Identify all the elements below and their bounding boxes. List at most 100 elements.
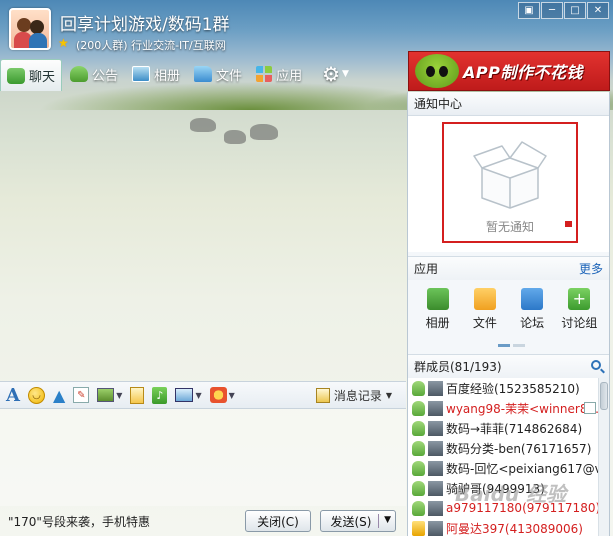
avatar [428, 380, 443, 396]
list-item[interactable]: 数码→菲菲(714862684) [408, 418, 598, 438]
close-window-button[interactable]: ✕ [587, 2, 609, 19]
discuss-icon: + [568, 288, 591, 310]
notify-empty-frame: 暂无通知 [442, 122, 578, 243]
promo-link[interactable]: "170"号段来袭，手机特惠 [8, 513, 150, 530]
owner-crown-icon [412, 520, 425, 536]
music-icon[interactable]: ♪ [152, 386, 168, 404]
album-icon [426, 288, 449, 310]
member-status-icon [412, 500, 425, 516]
list-item[interactable]: 阿曼达397(413089006) [408, 518, 598, 536]
app-file-label: 文件 [472, 316, 497, 330]
list-item[interactable]: wyang98-茉茉<winner8... [408, 398, 598, 418]
font-icon[interactable]: A [6, 385, 20, 406]
notice-icon [70, 66, 89, 82]
list-item[interactable]: 数码分类-ben(76171657) [408, 438, 598, 458]
member-name: 阿曼达397(413089006) [446, 521, 583, 536]
member-status-icon [412, 420, 425, 436]
maximize-button[interactable]: □ [564, 2, 586, 19]
member-list-scrollbar[interactable] [598, 378, 609, 536]
avatar [428, 500, 443, 516]
member-status-icon [412, 400, 425, 416]
gear-icon[interactable]: ⚙ [322, 62, 340, 86]
avatar [428, 440, 443, 456]
app-file[interactable]: 文件 [463, 288, 507, 338]
edit-icon[interactable] [584, 402, 596, 414]
list-item[interactable]: 百度经验(1523585210) [408, 378, 598, 398]
notify-center-title: 通知中心 [408, 92, 609, 116]
close-button[interactable]: 关闭(C) [245, 510, 311, 532]
history-button[interactable]: 消息记录 ▼ [315, 387, 392, 404]
app-forum-label: 论坛 [520, 316, 545, 330]
scrollbar-thumb[interactable] [600, 382, 608, 410]
qq-group-window: 回享计划游戏/数码1群 ★ (200人群) 行业交流-IT/互联网 ▣ ─ □ … [0, 0, 613, 536]
file-icon [194, 66, 213, 82]
window-controls: ▣ ─ □ ✕ [518, 2, 609, 19]
apps-title: 应用 更多 [408, 256, 609, 280]
alien-icon [415, 54, 459, 88]
app-album[interactable]: 相册 [416, 288, 460, 338]
shake-icon[interactable]: ▲ [53, 385, 65, 405]
tab-notice[interactable]: 公告 [64, 59, 124, 89]
avatar [428, 520, 443, 536]
search-icon[interactable] [591, 360, 601, 370]
group-name[interactable]: 回享计划游戏/数码1群 [60, 10, 230, 35]
notify-center: 暂无通知 [408, 116, 609, 252]
tab-file-label: 文件 [216, 68, 243, 84]
tab-chat[interactable]: 聊天 [0, 59, 63, 91]
member-name: 数码分类-ben(76171657) [446, 441, 592, 456]
emoji-icon[interactable]: ◡ [27, 386, 45, 404]
member-name: 数码→菲菲(714862684) [446, 421, 583, 436]
tab-album[interactable]: 相册 [126, 59, 186, 89]
app-discuss[interactable]: + 讨论组 [557, 288, 601, 338]
app-discuss-label: 讨论组 [561, 316, 598, 330]
ad-text: APP制作不花钱 [463, 63, 583, 82]
chevron-down-icon[interactable]: ▼ [229, 391, 235, 400]
forum-icon [521, 288, 544, 310]
member-name: wyang98-茉茉<winner8... [446, 401, 598, 416]
send-label: 发送(S) [330, 514, 372, 529]
list-item[interactable]: 数码-回忆<peixiang617@vi... [408, 458, 598, 478]
screenshot-icon[interactable] [175, 388, 194, 402]
message-input[interactable] [0, 409, 406, 506]
chevron-down-icon[interactable]: ▼ [116, 391, 122, 400]
tab-album-label: 相册 [154, 68, 181, 84]
avatar [428, 420, 443, 436]
avatar [428, 480, 443, 496]
app-album-label: 相册 [425, 316, 450, 330]
apps-pager[interactable] [498, 344, 525, 347]
document-icon[interactable] [130, 386, 145, 404]
right-panel: 通知中心 暂无通知 应用 更多 相册 文件 论坛 + 讨论组 群成员(81/19… [407, 92, 610, 536]
chat-icon [7, 67, 25, 84]
group-avatar[interactable] [9, 8, 51, 50]
main-toolbar: 聊天 公告 相册 文件 应用 ⚙ ▼ [0, 58, 406, 91]
tab-file[interactable]: 文件 [188, 59, 248, 89]
ad-banner[interactable]: APP制作不花钱 [408, 51, 610, 91]
magic-expression-icon[interactable] [209, 387, 227, 403]
apps-title-label: 应用 [414, 262, 439, 276]
more-apps-link[interactable]: 更多 [579, 257, 603, 281]
chevron-down-icon: ▼ [385, 390, 392, 400]
chevron-down-icon[interactable]: ▼ [195, 391, 201, 400]
file-icon [473, 288, 496, 310]
input-toolbar: A ◡ ▲ ✎ ▼ ♪ ▼ ▼ 消息记录 ▼ [0, 381, 406, 409]
app-icon [256, 66, 273, 82]
album-icon [132, 66, 151, 82]
image-icon[interactable] [97, 388, 115, 402]
bottom-bar: "170"号段来袭，手机特惠 关闭(C) 发送(S) ▼ [0, 506, 406, 536]
avatar [428, 400, 443, 416]
tab-app[interactable]: 应用 [250, 59, 308, 89]
member-status-icon [412, 480, 425, 496]
chevron-down-icon[interactable]: ▼ [342, 69, 349, 79]
tab-notice-label: 公告 [92, 68, 119, 84]
history-icon [315, 387, 330, 403]
group-subtitle: (200人群) 行业交流-IT/互联网 [76, 39, 226, 52]
note-icon[interactable]: ✎ [73, 387, 90, 403]
skin-button[interactable]: ▣ [518, 2, 540, 19]
app-forum[interactable]: 论坛 [510, 288, 554, 338]
avatar [428, 460, 443, 476]
minimize-button[interactable]: ─ [541, 2, 563, 19]
send-button[interactable]: 发送(S) ▼ [320, 510, 396, 532]
flag-icon [565, 221, 572, 227]
chevron-down-icon[interactable]: ▼ [384, 515, 391, 525]
member-status-icon [412, 440, 425, 456]
